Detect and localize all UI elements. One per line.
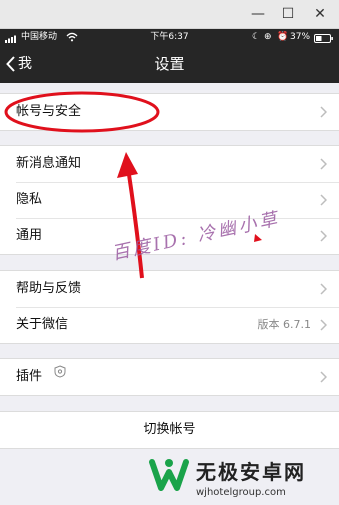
settings-item-label: 帐号与安全 [16,104,82,119]
settings-item-about[interactable]: 关于微信 版本 6.7.1 [0,307,339,343]
switch-account-label: 切换帐号 [143,422,196,437]
settings-item-label: 新消息通知 [16,156,82,171]
settings-item-privacy[interactable]: 隐私 [0,182,339,218]
settings-item-label: 插件 [16,369,43,384]
minimize-button[interactable]: — [244,4,272,24]
site-logo: 无极安卓网 wjhotelgroup.com [148,452,338,502]
logo-name: 无极安卓网 [196,460,306,484]
battery-label: 37% [290,32,311,42]
alarm-icon: ⏰ [277,32,289,42]
chevron-right-icon [320,359,327,395]
orientation-lock-icon: ⊕ [264,32,272,42]
logo-url: wjhotelgroup.com [196,487,286,498]
switch-account-button[interactable]: 切换帐号 [0,412,339,448]
section-plugins: 插件 [0,358,339,396]
settings-item-label: 关于微信 [16,317,69,332]
maximize-button[interactable]: ☐ [274,4,302,24]
chevron-right-icon [320,146,327,182]
plugin-shield-icon [54,357,66,393]
chevron-right-icon [320,94,327,130]
status-bar: 中国移动 下午6:37 ☾ ⊕ ⏰ 37% [0,29,339,45]
navigation-bar: 我 设置 [0,45,339,83]
settings-item-label: 隐私 [16,192,43,207]
settings-item-help-feedback[interactable]: 帮助与反馈 [0,271,339,307]
section-help: 帮助与反馈 关于微信 版本 6.7.1 [0,270,339,344]
logo-mark-icon [148,454,190,500]
chevron-right-icon [320,307,327,343]
close-button[interactable]: ✕ [306,4,334,24]
settings-item-account-security[interactable]: 帐号与安全 [0,94,339,130]
version-label: 版本 6.7.1 [257,318,312,331]
chevron-right-icon [320,182,327,218]
settings-item-notifications[interactable]: 新消息通知 [0,146,339,182]
chevron-right-icon [320,218,327,254]
moon-icon: ☾ [252,32,261,42]
window-titlebar: — ☐ ✕ [0,0,339,29]
page-title: 设置 [154,55,185,73]
chevron-right-icon [320,271,327,307]
section-switch-account: 切换帐号 [0,411,339,449]
settings-item-label: 通用 [16,228,43,243]
settings-item-plugins[interactable]: 插件 [0,359,339,395]
settings-item-label: 帮助与反馈 [16,281,82,296]
section-account: 帐号与安全 [0,93,339,131]
